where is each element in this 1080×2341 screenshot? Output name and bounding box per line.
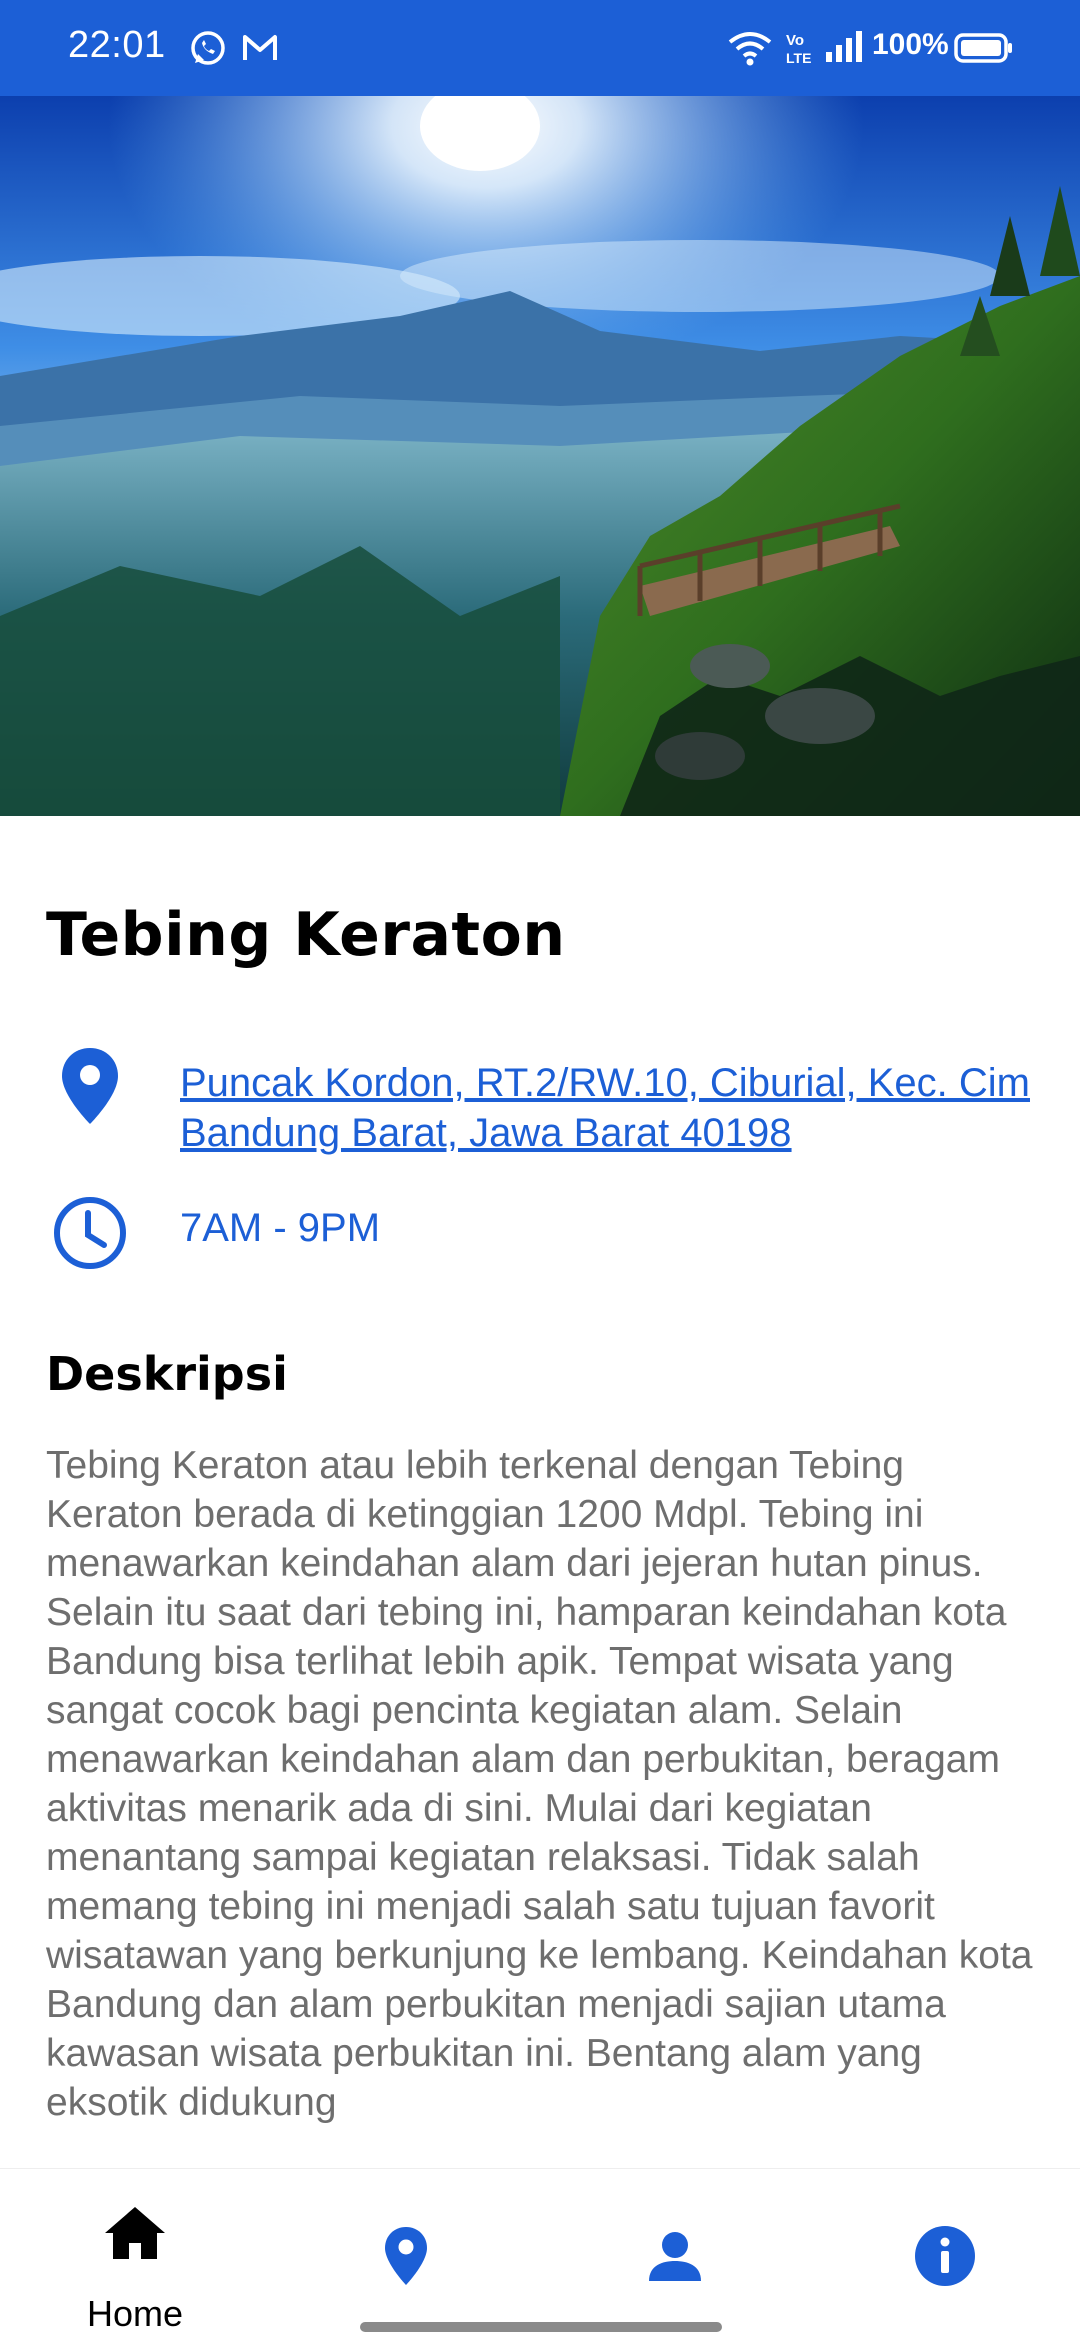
nav-profile[interactable] [540,2169,810,2341]
description-text: Tebing Keraton atau lebih terkenal denga… [46,1444,1033,2124]
gesture-bar[interactable] [360,2322,722,2332]
clock-icon [52,1195,128,1276]
nav-home[interactable]: Home [0,2169,270,2341]
battery-icon [954,32,1014,69]
wifi-icon [728,30,772,71]
signal-icon [824,30,864,69]
address-link[interactable]: Puncak Kordon, RT.2/RW.10, Ciburial, Kec… [180,1058,1080,1158]
bottom-navigation: Home [0,2168,1080,2341]
nav-location[interactable] [270,2169,540,2341]
volte-icon: Vo LTE [784,30,814,71]
place-hero-image [0,96,1080,816]
profile-icon[interactable] [647,2231,703,2288]
status-time: 22:01 [68,24,166,66]
opening-hours: 7AM - 9PM [180,1206,381,1250]
info-icon[interactable] [914,2225,976,2292]
location-pin-icon [60,1046,120,1131]
description-heading: Deskripsi [46,1347,288,1401]
home-icon[interactable] [103,2205,167,2266]
status-bar: 22:01 Vo LTE 100% [0,0,1080,96]
place-title: Tebing Keraton [46,900,566,970]
whatsapp-icon [188,28,228,73]
address-line-2[interactable]: Bandung Barat, Jawa Barat 40198 [180,1108,1080,1158]
gmail-icon [240,28,280,73]
svg-text:Vo: Vo [786,32,804,49]
address-line-1[interactable]: Puncak Kordon, RT.2/RW.10, Ciburial, Kec… [180,1058,1080,1108]
nav-home-label[interactable]: Home [0,2293,270,2335]
location-icon[interactable] [383,2225,429,2292]
battery-percent: 100% [872,28,949,61]
svg-text:LTE: LTE [786,50,811,66]
nav-info[interactable] [810,2169,1080,2341]
